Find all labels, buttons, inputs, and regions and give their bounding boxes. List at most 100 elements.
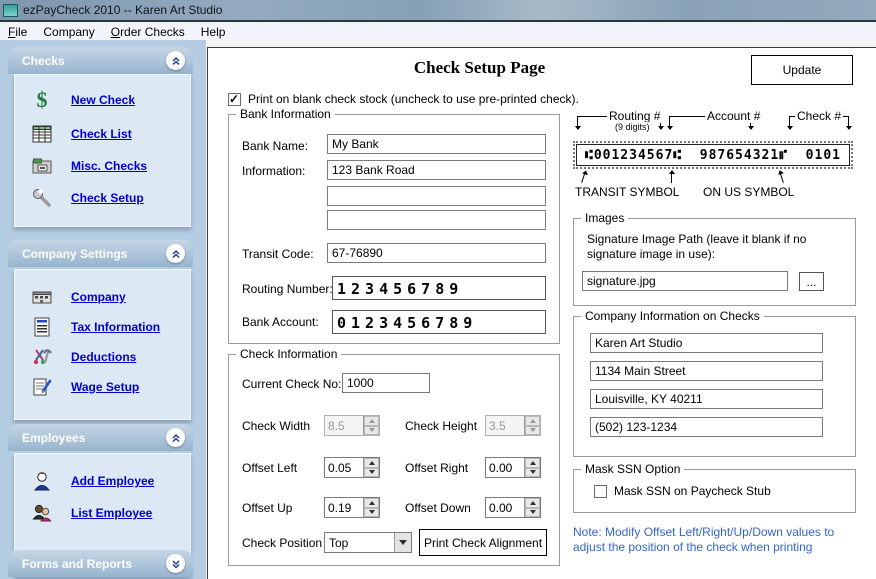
offset-right-spinner[interactable]	[485, 457, 541, 478]
section-title: Checks	[22, 54, 166, 68]
title-bar: ezPayCheck 2010 -- Karen Art Studio	[0, 0, 876, 22]
sidebar-item-list-employee[interactable]: List Employee	[15, 498, 190, 528]
check-information-legend: Check Information	[236, 347, 341, 361]
offset-up-spinner[interactable]	[324, 497, 380, 518]
offset-up-label: Offset Up	[242, 501, 292, 515]
spin-down-button[interactable]	[525, 468, 540, 478]
sidebar-item-new-check[interactable]: $ New Check	[15, 85, 190, 115]
sidebar-item-deductions[interactable]: Deductions	[15, 342, 190, 372]
update-button[interactable]: Update	[751, 55, 853, 85]
spin-down-button[interactable]	[364, 468, 379, 478]
check-position-select[interactable]: Top	[324, 532, 412, 553]
chevron-down-icon	[171, 559, 181, 569]
company-city-input[interactable]	[590, 389, 823, 409]
chevron-up-icon	[171, 433, 181, 443]
bank-name-input[interactable]	[327, 134, 546, 154]
sidebar-section-employees-header[interactable]: Employees	[8, 424, 193, 451]
collapse-company-settings-button[interactable]	[166, 244, 185, 263]
section-title: Employees	[22, 431, 166, 445]
sidebar-item-wage-setup[interactable]: Wage Setup	[15, 372, 190, 402]
transit-code-label: Transit Code:	[242, 247, 314, 261]
mask-ssn-legend: Mask SSN Option	[581, 462, 684, 476]
spin-down-button[interactable]	[525, 426, 540, 436]
check-setup-page: Check Setup Page Update Print on blank c…	[207, 47, 876, 579]
spin-down-button[interactable]	[525, 508, 540, 518]
bank-information-label: Information:	[242, 164, 305, 178]
company-info-legend: Company Information on Checks	[581, 309, 764, 323]
spin-up-button[interactable]	[525, 458, 540, 468]
check-width-spinner[interactable]	[324, 415, 380, 436]
spin-down-button[interactable]	[364, 426, 379, 436]
person-icon	[29, 470, 55, 492]
company-street-input[interactable]	[590, 361, 823, 381]
sidebar-item-label: New Check	[71, 93, 135, 107]
spin-down-button[interactable]	[364, 508, 379, 518]
mask-ssn-label: Mask SSN on Paycheck Stub	[614, 484, 771, 498]
current-check-no-input[interactable]	[342, 373, 430, 393]
spin-up-button[interactable]	[364, 416, 379, 426]
sidebar: Checks $ New Check Check List Misc. Chec…	[0, 40, 206, 579]
sidebar-item-add-employee[interactable]: Add Employee	[15, 466, 190, 496]
menu-help[interactable]: Help	[193, 24, 234, 40]
micr-sample-diagram: Routing # (9 digits) Account # Check # ⑆…	[573, 111, 856, 211]
tools-icon	[29, 346, 55, 368]
sidebar-item-label: Company	[71, 290, 126, 304]
sidebar-section-forms-reports-header[interactable]: Forms and Reports	[8, 550, 193, 577]
menu-company[interactable]: Company	[35, 24, 102, 40]
company-phone-input[interactable]	[590, 417, 823, 437]
transit-code-input[interactable]	[327, 243, 546, 263]
check-height-spinner[interactable]	[485, 415, 541, 436]
images-legend: Images	[581, 211, 628, 225]
signature-path-input[interactable]	[582, 271, 788, 291]
spin-up-button[interactable]	[525, 416, 540, 426]
bank-account-label: Bank Account:	[242, 315, 319, 329]
sidebar-section-checks-header[interactable]: Checks	[8, 47, 193, 74]
dropdown-arrow-button[interactable]	[394, 533, 411, 552]
offset-down-spinner[interactable]	[485, 497, 541, 518]
bank-information-input-2[interactable]	[327, 186, 546, 206]
sidebar-item-company[interactable]: Company	[15, 282, 190, 312]
menu-file[interactable]: File	[0, 24, 35, 40]
print-blank-stock-checkbox[interactable]	[228, 93, 241, 106]
transit-symbol-label: TRANSIT SYMBOL	[575, 185, 679, 199]
print-check-alignment-button[interactable]: Print Check Alignment	[419, 529, 547, 556]
menu-order-checks[interactable]: Order Checks	[103, 24, 193, 40]
sidebar-item-label: List Employee	[71, 506, 152, 520]
routing-number-input[interactable]	[332, 276, 546, 300]
expand-forms-reports-button[interactable]	[166, 554, 185, 573]
routing-callout-label: Routing #	[607, 109, 662, 123]
images-group: Images Signature Image Path (leave it bl…	[573, 218, 856, 306]
chevron-up-icon	[171, 56, 181, 66]
bank-name-label: Bank Name:	[242, 139, 308, 153]
spin-up-button[interactable]	[364, 458, 379, 468]
sidebar-item-check-setup[interactable]: Check Setup	[15, 183, 190, 213]
spin-up-button[interactable]	[364, 498, 379, 508]
spin-up-button[interactable]	[525, 498, 540, 508]
bank-information-group: Bank Information Bank Name: Information:…	[228, 114, 560, 344]
bank-information-input-3[interactable]	[327, 210, 546, 230]
mask-ssn-group: Mask SSN Option Mask SSN on Paycheck Stu…	[573, 469, 856, 513]
sidebar-item-tax-information[interactable]: Tax Information	[15, 312, 190, 342]
bank-account-input[interactable]	[332, 310, 546, 334]
sidebar-item-misc-checks[interactable]: Misc. Checks	[15, 151, 190, 181]
collapse-checks-button[interactable]	[166, 51, 185, 70]
offset-left-label: Offset Left	[242, 461, 297, 475]
sidebar-section-company-settings-header[interactable]: Company Settings	[8, 240, 193, 267]
sidebar-item-label: Check List	[71, 127, 132, 141]
sidebar-item-check-list[interactable]: Check List	[15, 119, 190, 149]
bank-information-input-1[interactable]	[327, 160, 546, 180]
bank-information-legend: Bank Information	[236, 107, 335, 121]
sidebar-panel-checks: $ New Check Check List Misc. Checks Che	[14, 74, 191, 227]
collapse-employees-button[interactable]	[166, 428, 185, 447]
offset-left-spinner[interactable]	[324, 457, 380, 478]
company-name-input[interactable]	[590, 333, 823, 353]
printer-folder-icon	[29, 155, 55, 177]
building-icon	[29, 286, 55, 308]
browse-signature-button[interactable]: ...	[799, 272, 824, 291]
offset-note: Note: Modify Offset Left/Right/Up/Down v…	[573, 525, 851, 555]
people-icon	[29, 502, 55, 524]
mask-ssn-checkbox[interactable]	[594, 485, 607, 498]
current-check-no-label: Current Check No:	[242, 377, 341, 391]
tax-document-icon	[29, 316, 55, 338]
sidebar-item-label: Misc. Checks	[71, 159, 147, 173]
